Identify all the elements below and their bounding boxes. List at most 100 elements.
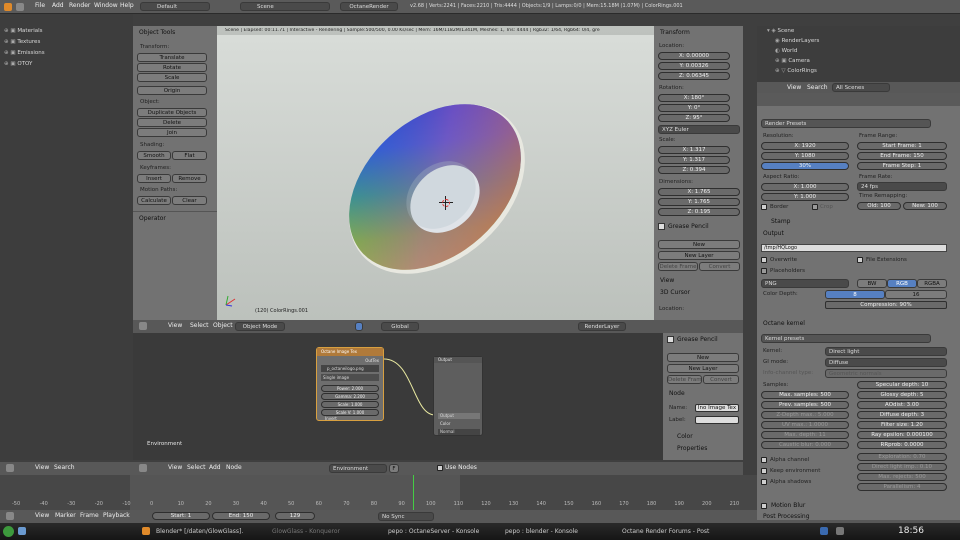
node-view-menu[interactable]: View — [168, 464, 182, 471]
viewport-object-menu[interactable]: Object — [213, 322, 233, 329]
power-field[interactable]: Power: 2.000 — [321, 385, 379, 392]
resolution-percentage-slider[interactable]: 30% — [761, 162, 849, 170]
node-label-field[interactable] — [695, 416, 739, 424]
start-frame-field[interactable]: Start: 1 — [152, 512, 210, 520]
viewport-select-menu[interactable]: Select — [190, 322, 209, 329]
end-frame-prop[interactable]: End Frame: 150 — [857, 152, 947, 160]
outliner-view-menu[interactable]: View — [35, 464, 49, 471]
rotation-mode-select[interactable]: XYZ Euler — [658, 125, 740, 134]
task-blender[interactable]: Blender* [/daten/GlowGlass]. — [156, 528, 243, 535]
scale-button[interactable]: Scale — [137, 73, 207, 82]
scale-y-field[interactable]: Y: 1.317 — [658, 156, 730, 164]
remove-keyframe-button[interactable]: Remove — [172, 174, 207, 183]
outliner-renderlayers[interactable]: ◉ RenderLayers — [775, 38, 819, 44]
direct-light-imp-field[interactable]: Direct light imp.: 0.10 — [857, 463, 947, 471]
scene-select[interactable]: Scene — [240, 2, 330, 11]
outliner-item-materials[interactable]: ⊕ ▣ Materials — [4, 28, 43, 34]
3d-cursor-icon[interactable] — [439, 196, 453, 210]
3d-viewport[interactable]: Scene | Elapsed: 00:11.71 | Interactive … — [217, 26, 654, 320]
blender-logo-icon[interactable] — [4, 3, 12, 11]
node-delete-frame-button[interactable]: Delete Frame — [667, 375, 702, 384]
menu-file[interactable]: File — [35, 2, 45, 9]
invert-checkbox[interactable]: Invert — [325, 416, 337, 421]
hp-tray-icon[interactable] — [820, 527, 828, 535]
outliner-camera[interactable]: ⊕ ▣ Camera — [775, 58, 810, 64]
origin-button[interactable]: Origin — [137, 86, 207, 95]
grease-new-button[interactable]: New — [658, 240, 740, 249]
node-panel[interactable]: Node — [669, 390, 685, 397]
zdepth-max-field[interactable]: Z-Depth max.: 5.000 — [761, 411, 849, 419]
outliner-item-emissions[interactable]: ⊕ ▣ Emissions — [4, 50, 45, 56]
operator-panel[interactable]: Operator — [139, 215, 166, 222]
translate-button[interactable]: Translate — [137, 53, 207, 62]
use-nodes-checkbox[interactable] — [437, 465, 443, 471]
max-samples-field[interactable]: Max. samples: 500 — [761, 391, 849, 399]
render-engine-select[interactable]: OctaneRender — [340, 2, 398, 11]
right-outliner-view-menu[interactable]: View — [787, 84, 801, 91]
3d-cursor-panel[interactable]: 3D Cursor — [660, 289, 690, 296]
normal-select[interactable]: Normal — [438, 429, 480, 435]
rotation-x-field[interactable]: X: 180° — [658, 94, 730, 102]
grease-pencil-panel[interactable]: Grease Pencil — [668, 223, 709, 230]
sync-mode-select[interactable]: No Sync — [378, 512, 434, 521]
timeline-playback-menu[interactable]: Playback — [103, 512, 130, 519]
duplicate-objects-button[interactable]: Duplicate Objects — [137, 108, 207, 117]
color-rings-object[interactable] — [337, 81, 537, 291]
node-convert-button[interactable]: Convert — [703, 375, 739, 384]
insert-keyframe-button[interactable]: Insert — [137, 174, 171, 183]
info-editor-icon[interactable] — [16, 3, 24, 11]
filter-size-field[interactable]: Filter size: 1.20 — [857, 421, 947, 429]
view-panel[interactable]: View — [660, 277, 674, 284]
task-octane-server[interactable]: pepo : OctaneServer - Konsole — [388, 528, 479, 535]
motion-blur-checkbox[interactable] — [761, 503, 767, 509]
location-y-field[interactable]: Y: 0.00326 — [658, 62, 730, 70]
rrprob-field[interactable]: RRprob: 0.0000 — [857, 441, 947, 449]
file-manager-icon[interactable] — [18, 527, 26, 535]
gi-mode-select[interactable]: Diffuse — [825, 358, 947, 367]
output-path-field[interactable]: /tmp/HQLogo — [761, 244, 947, 252]
timeline-type-icon[interactable] — [6, 512, 14, 520]
prev-samples-field[interactable]: Prev. samples: 500 — [761, 401, 849, 409]
menu-window[interactable]: Window — [94, 2, 118, 9]
node-node-menu[interactable]: Node — [226, 464, 242, 471]
calculate-button[interactable]: Calculate — [137, 196, 171, 205]
gamma-field[interactable]: Gamma: 2.200 — [321, 393, 379, 400]
resolution-x-field[interactable]: X: 1920 — [761, 142, 849, 150]
timeline-view-menu[interactable]: View — [35, 512, 49, 519]
output-panel[interactable]: Output — [763, 230, 784, 237]
outliner-colorrings[interactable]: ⊕ ▽ ColorRings — [775, 68, 817, 74]
end-frame-field[interactable]: End: 150 — [212, 512, 270, 520]
post-processing-panel[interactable]: Post Processing — [763, 513, 810, 520]
task-forums[interactable]: Octane Render Forums - Post — [622, 528, 709, 535]
node-add-menu[interactable]: Add — [209, 464, 221, 471]
file-extensions-checkbox[interactable] — [857, 257, 863, 263]
alpha-shadows-checkbox[interactable] — [761, 479, 767, 485]
aodist-field[interactable]: AOdist: 3.00 — [857, 401, 947, 409]
grease-new-layer-button[interactable]: New Layer — [658, 251, 740, 260]
timeline-frame-menu[interactable]: Frame — [80, 512, 99, 519]
depth-8-toggle[interactable]: 8 — [825, 290, 885, 299]
delete-frame-button[interactable]: Delete Frame — [658, 262, 698, 271]
current-frame-field[interactable]: 129 — [275, 512, 315, 520]
rotate-button[interactable]: Rotate — [137, 63, 207, 72]
output-node[interactable]: Output Output Color Normal — [433, 356, 483, 436]
exploration-field[interactable]: Exploration: 0.70 — [857, 453, 947, 461]
glossy-depth-field[interactable]: Glossy depth: 5 — [857, 391, 947, 399]
rotation-z-field[interactable]: Z: 95° — [658, 114, 730, 122]
render-layer-button[interactable]: RenderLayer — [578, 322, 626, 331]
aspect-x-field[interactable]: X: 1.000 — [761, 183, 849, 191]
node-grease-new-button[interactable]: New — [667, 353, 739, 362]
orientation-select[interactable]: Global — [381, 322, 419, 331]
compression-slider[interactable]: Compression: 90% — [825, 301, 947, 309]
flat-button[interactable]: Flat — [172, 151, 207, 160]
dimension-x-field[interactable]: X: 1.765 — [658, 188, 740, 196]
node-name-field[interactable]: Ino Image Tex — [695, 404, 739, 412]
crop-checkbox[interactable] — [812, 204, 818, 210]
stamp-panel[interactable]: Stamp — [771, 218, 791, 225]
ray-epsilon-field[interactable]: Ray epsilon: 0.000100 — [857, 431, 947, 439]
max-rejects-field[interactable]: Max. rejects: 500 — [857, 473, 947, 481]
node-editor-type-icon[interactable] — [139, 464, 147, 472]
properties-tabs[interactable] — [757, 93, 960, 106]
rgb-toggle[interactable]: RGB — [887, 279, 917, 288]
node-grease-pencil-panel[interactable]: Grease Pencil — [677, 336, 718, 343]
